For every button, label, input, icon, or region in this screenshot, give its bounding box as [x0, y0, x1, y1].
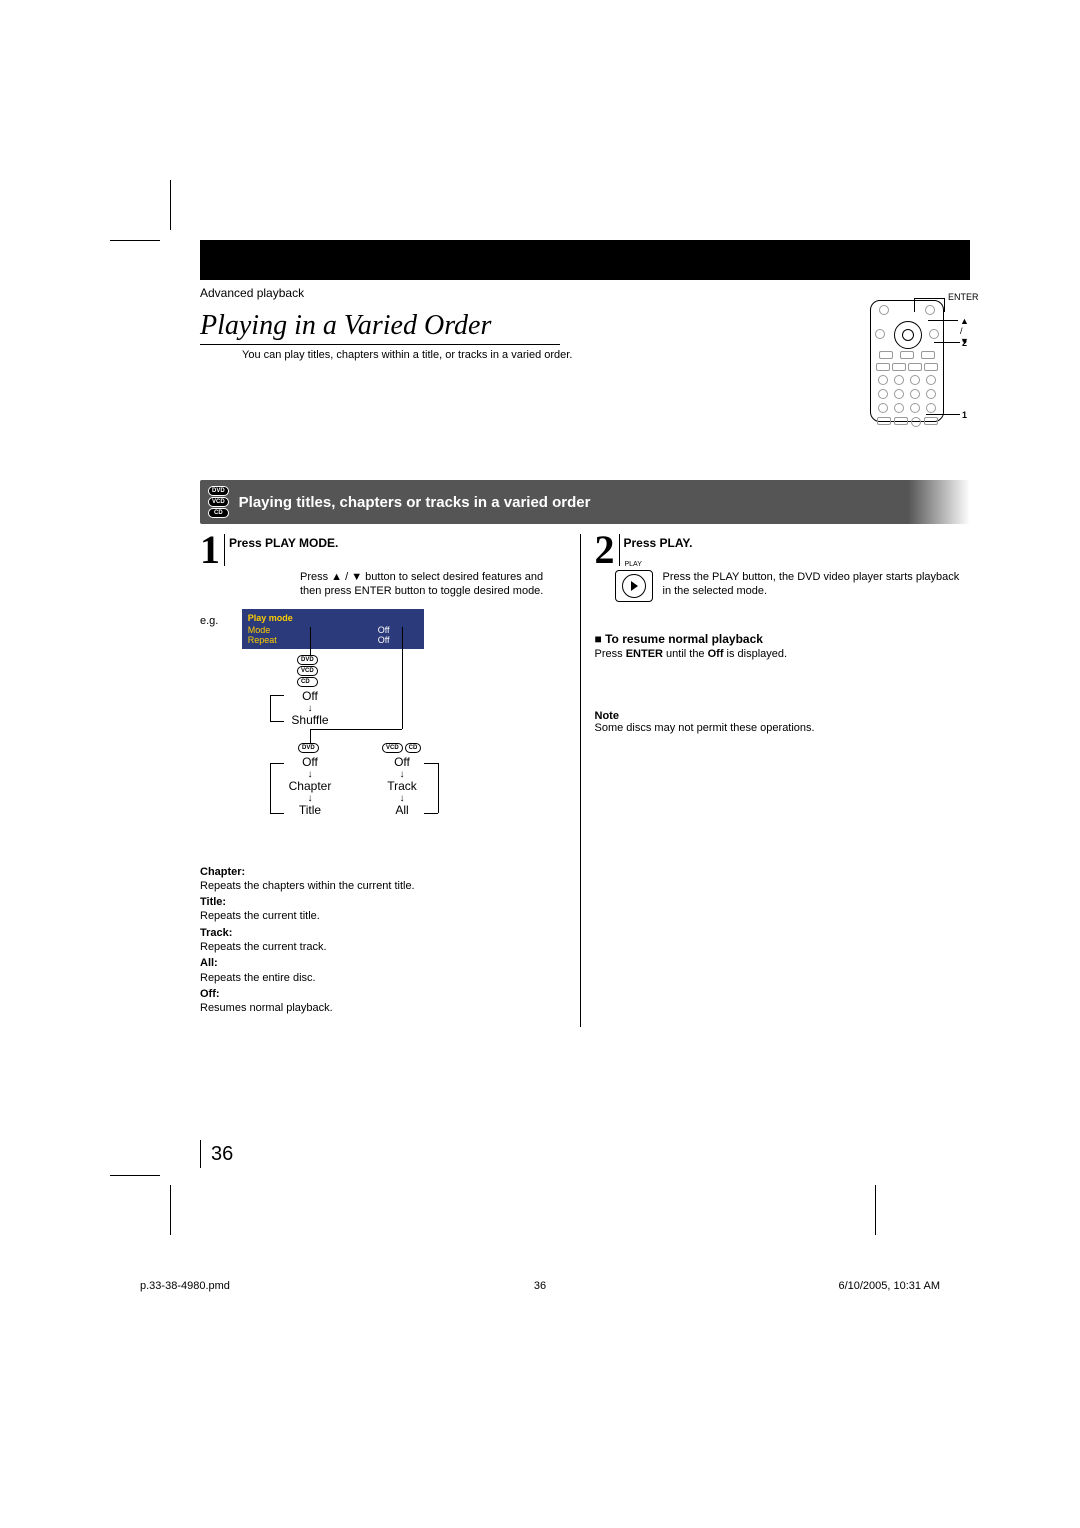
badge-cd: CD: [405, 743, 422, 753]
osd-box: Play mode ModeOff RepeatOff: [242, 609, 424, 649]
play-button-label: PLAY: [625, 560, 642, 569]
badge-vcd: VCD: [297, 666, 318, 676]
osd-repeat-key: Repeat: [248, 635, 378, 645]
step-2-title: Press PLAY.: [624, 534, 693, 550]
def-chapter-desc: Repeats the chapters within the current …: [200, 879, 568, 893]
dvd-off: Off: [280, 755, 340, 769]
play-button-icon: [615, 570, 653, 602]
osd-mode-key: Mode: [248, 625, 378, 635]
crop-mark: [170, 1185, 171, 1235]
disc-badges: DVD VCD CD: [208, 486, 229, 518]
mode-off: Off: [280, 689, 340, 703]
step-1: 1 Press PLAY MODE. Press ▲ / ▼ button to…: [200, 534, 581, 1027]
def-title: Title:: [200, 895, 568, 909]
note-body: Some discs may not permit these operatio…: [595, 722, 963, 734]
step-2: 2 Press PLAY. PLAY Press the PLAY button…: [581, 534, 971, 1027]
subsection-title: Playing titles, chapters or tracks in a …: [239, 494, 591, 511]
resume-heading: To resume normal playback: [595, 632, 963, 646]
step-1-number: 1: [200, 534, 225, 566]
page-subtitle: You can play titles, chapters within a t…: [242, 349, 642, 361]
eg-label: e.g.: [200, 615, 218, 627]
osd-title: Play mode: [248, 613, 418, 623]
badge-dvd: DVD: [297, 655, 318, 665]
footer-page: 36: [440, 1280, 640, 1292]
def-title-desc: Repeats the current title.: [200, 909, 568, 923]
def-off-desc: Resumes normal playback.: [200, 1001, 568, 1015]
page-content: Advanced playback Playing in a Varied Or…: [200, 240, 970, 1027]
vcd-off: Off: [372, 755, 432, 769]
step-2-number: 2: [595, 534, 620, 566]
crop-mark: [170, 180, 171, 230]
footer: p.33-38-4980.pmd 36 6/10/2005, 10:31 AM: [140, 1280, 940, 1292]
badge-dvd: DVD: [208, 486, 229, 496]
header-bar: [200, 240, 970, 280]
def-track: Track:: [200, 926, 568, 940]
def-chapter: Chapter:: [200, 865, 568, 879]
badge-cd: CD: [208, 508, 229, 518]
osd-repeat-val: Off: [378, 635, 418, 645]
definitions: Chapter: Repeats the chapters within the…: [200, 865, 568, 1016]
mode-shuffle: Shuffle: [280, 713, 340, 727]
def-track-desc: Repeats the current track.: [200, 940, 568, 954]
page-number: 36: [200, 1140, 233, 1168]
subsection-bar: DVD VCD CD Playing titles, chapters or t…: [200, 480, 970, 524]
page-title: Playing in a Varied Order: [200, 310, 560, 345]
resume-body: Press ENTER until the Off is displayed.: [595, 648, 963, 660]
remote-callout-1: 1: [962, 410, 967, 420]
footer-filename: p.33-38-4980.pmd: [140, 1280, 440, 1292]
remote-diagram: ENTER ▲ / ▼ 2 1: [870, 300, 970, 430]
def-off: Off:: [200, 987, 568, 1001]
def-all: All:: [200, 956, 568, 970]
note-heading: Note: [595, 710, 963, 722]
osd-mode-val: Off: [378, 625, 418, 635]
badge-dvd: DVD: [298, 743, 319, 753]
crop-mark: [110, 240, 160, 241]
dvd-chapter: Chapter: [280, 779, 340, 793]
crop-mark: [875, 1185, 876, 1235]
remote-enter-label: ENTER: [948, 292, 979, 302]
step-2-body: Press the PLAY button, the DVD video pla…: [663, 570, 963, 602]
section-label: Advanced playback: [200, 286, 970, 300]
crop-mark: [110, 1175, 160, 1176]
footer-datetime: 6/10/2005, 10:31 AM: [640, 1280, 940, 1292]
dvd-title: Title: [280, 803, 340, 817]
badge-vcd: VCD: [208, 497, 229, 507]
mode-diagram: DVD VCD CD Off ↓ Shuffle DVD Off ↓ Chapt…: [240, 655, 568, 835]
vcd-all: All: [372, 803, 432, 817]
def-all-desc: Repeats the entire disc.: [200, 971, 568, 985]
badge-vcd: VCD: [382, 743, 403, 753]
remote-callout-2: 2: [962, 338, 967, 348]
badge-cd: CD: [297, 677, 318, 687]
vcd-track: Track: [372, 779, 432, 793]
step-1-title: Press PLAY MODE.: [229, 534, 338, 550]
step-1-body: Press ▲ / ▼ button to select desired fea…: [300, 570, 568, 599]
